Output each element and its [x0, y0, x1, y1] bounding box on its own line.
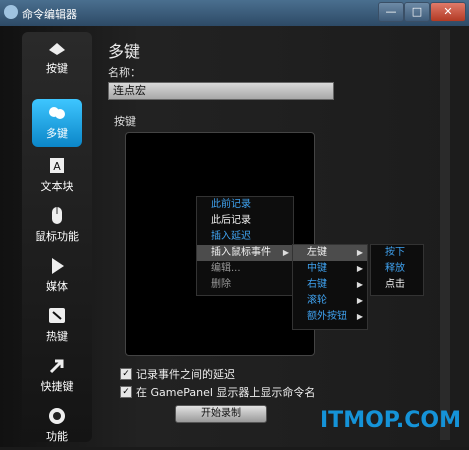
- sidebar-item-textblock[interactable]: A 文本块: [22, 152, 92, 200]
- sidebar-item-multikey[interactable]: 多键: [22, 99, 92, 147]
- function-gear-icon: [49, 408, 65, 424]
- mouse-event-submenu: 左键 ▶ 中键 ▶ 右键 ▶ 滚轮 ▶ 额外按钮 ▶: [292, 244, 368, 330]
- name-field[interactable]: 连点宏: [108, 82, 334, 100]
- mouse-icon: [52, 207, 62, 224]
- submenu-item-click[interactable]: 点击: [371, 277, 423, 293]
- submenu-item-right[interactable]: 右键 ▶: [293, 277, 367, 293]
- minimize-button[interactable]: —: [378, 2, 404, 22]
- show-name-label: 在 GamePanel 显示器上显示命令名: [136, 386, 316, 399]
- title-bar: 命令编辑器 — □ ✕: [0, 0, 469, 26]
- menu-item-label: 插入鼠标事件: [211, 247, 271, 258]
- watermark-text: ITMOP.COM: [320, 408, 461, 433]
- shortcut-arrow-icon: [49, 359, 64, 374]
- menu-item-insert-mouse-event[interactable]: 插入鼠标事件 ▶: [197, 245, 293, 261]
- sidebar-item-label: 多键: [46, 127, 68, 140]
- sidebar-item-mouse[interactable]: 鼠标功能: [22, 202, 92, 250]
- keys-label: 按键: [114, 115, 136, 128]
- submenu-item-extra[interactable]: 额外按钮 ▶: [293, 309, 367, 325]
- menu-item-delete[interactable]: 删除: [197, 277, 293, 293]
- submenu-arrow-icon: ▶: [356, 296, 363, 305]
- sidebar-item-label: 功能: [46, 430, 68, 443]
- left-button-submenu: 按下 释放 点击: [370, 244, 424, 296]
- sidebar-item-label: 文本块: [40, 180, 74, 193]
- menu-item-record-after[interactable]: 此后记录: [197, 213, 293, 229]
- submenu-item-left[interactable]: 左键 ▶: [293, 245, 367, 261]
- maximize-button[interactable]: □: [404, 2, 430, 22]
- app-icon: [4, 5, 18, 19]
- submenu-item-middle[interactable]: 中键 ▶: [293, 261, 367, 277]
- submenu-item-press[interactable]: 按下: [371, 245, 423, 261]
- page-title: 多键: [108, 42, 141, 61]
- svg-text:A: A: [53, 160, 61, 173]
- menu-item-label: 左键: [307, 247, 327, 258]
- mouse-key-icon: [49, 43, 65, 55]
- show-name-checkbox[interactable]: ✓: [120, 386, 132, 398]
- close-button[interactable]: ✕: [430, 2, 466, 22]
- play-icon: [52, 258, 64, 274]
- sidebar-item-function[interactable]: 功能: [22, 402, 92, 450]
- menu-item-record-before[interactable]: 此前记录: [197, 197, 293, 213]
- submenu-item-release[interactable]: 释放: [371, 261, 423, 277]
- menu-item-label: 滚轮: [307, 295, 327, 306]
- sidebar-item-label: 按键: [46, 62, 68, 75]
- submenu-item-wheel[interactable]: 滚轮 ▶: [293, 293, 367, 309]
- sidebar-item-label: 媒体: [46, 280, 68, 293]
- sidebar-item-media[interactable]: 媒体: [22, 252, 92, 300]
- multikey-icon: [49, 107, 65, 119]
- text-block-icon: A: [50, 158, 64, 173]
- submenu-arrow-icon: ▶: [356, 248, 363, 257]
- record-delay-label: 记录事件之间的延迟: [136, 368, 235, 381]
- context-menu: 此前记录 此后记录 插入延迟 插入鼠标事件 ▶ 编辑... 删除: [196, 196, 294, 296]
- sidebar-item-label: 鼠标功能: [35, 230, 79, 243]
- submenu-arrow-icon: ▶: [356, 264, 363, 273]
- window-title: 命令编辑器: [22, 8, 77, 21]
- menu-item-insert-delay[interactable]: 插入延迟: [197, 229, 293, 245]
- sidebar-item-hotkey[interactable]: 热键: [22, 302, 92, 350]
- submenu-arrow-icon: ▶: [282, 248, 289, 257]
- sidebar-item-label: 热键: [46, 330, 68, 343]
- record-delay-checkbox[interactable]: ✓: [120, 368, 132, 380]
- start-recording-button[interactable]: 开始录制: [175, 405, 267, 423]
- sidebar-item-shortcut[interactable]: 快捷键: [22, 352, 92, 400]
- menu-item-edit[interactable]: 编辑...: [197, 261, 293, 277]
- name-label: 名称：: [108, 66, 141, 79]
- sidebar-item-label: 快捷键: [40, 380, 74, 393]
- menu-item-label: 中键: [307, 263, 327, 274]
- menu-item-label: 右键: [307, 279, 327, 290]
- hotkey-icon: [49, 308, 65, 323]
- scrollbar[interactable]: [440, 30, 450, 440]
- sidebar-item-keys[interactable]: 按键: [22, 34, 92, 82]
- sidebar: 按键 多键 A 文本块 鼠标功能 媒体 热键 快捷键 功能: [22, 32, 92, 443]
- submenu-arrow-icon: ▶: [356, 280, 363, 289]
- submenu-arrow-icon: ▶: [356, 312, 363, 321]
- menu-item-label: 额外按钮: [307, 311, 347, 322]
